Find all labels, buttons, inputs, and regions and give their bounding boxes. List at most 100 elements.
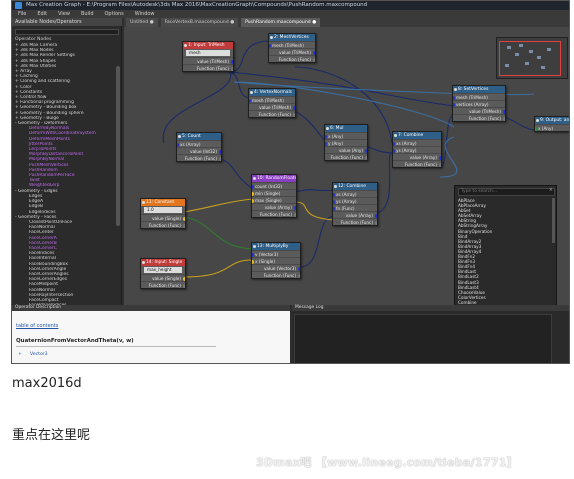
port-pin[interactable] xyxy=(503,117,505,121)
port-fn[interactable]: Function (Func) xyxy=(252,271,300,278)
port-out[interactable]: value (Array) xyxy=(252,203,296,210)
menu-build[interactable]: Build xyxy=(81,10,94,18)
port-out[interactable]: value (TriMesh) xyxy=(453,107,505,114)
port-fn[interactable]: Function (Func) xyxy=(141,281,185,288)
node-combine-2[interactable]: 12: Combine xs (Array) ys (Array) fn (Fu… xyxy=(332,182,378,226)
popup-search-input[interactable]: Type to search... xyxy=(458,188,555,196)
node-header[interactable]: 14: Input: Single xyxy=(141,259,185,266)
node-output[interactable]: 9: Output: any x (Any) xyxy=(534,116,569,132)
node-header[interactable]: 1: Input: TriMesh xyxy=(183,42,233,49)
node-header[interactable]: 2: MeshVertices xyxy=(269,34,315,41)
port-in[interactable]: ys (Array) xyxy=(393,146,441,153)
port-out[interactable]: value (Array) xyxy=(333,211,377,218)
node-header[interactable]: 13: MultiplyBy xyxy=(252,243,300,250)
port-fn[interactable]: Function (Func) xyxy=(333,218,377,225)
node-set-vertices[interactable]: 8: SetVertices mesh (TriMesh) vertices (… xyxy=(452,85,506,122)
menu-edit[interactable]: Edit xyxy=(37,10,47,18)
tab-facevertexb[interactable]: FaceVertexB.maxcompound ● xyxy=(160,18,239,27)
node-header[interactable]: 11: Constant xyxy=(141,199,185,206)
port-fn[interactable]: Function (Func) xyxy=(325,153,367,160)
port-pin[interactable] xyxy=(535,127,537,131)
port-pin[interactable] xyxy=(183,284,185,288)
port-in[interactable]: vertices (Array) xyxy=(453,100,505,107)
port-fn[interactable]: Function (Func) xyxy=(269,55,315,62)
vector3-link[interactable]: Vector3 xyxy=(30,352,48,357)
port-in[interactable]: x (Any) xyxy=(535,124,569,131)
node-header[interactable]: 5: Count xyxy=(177,133,221,140)
message-log-area[interactable] xyxy=(294,314,552,363)
node-count[interactable]: 5: Count xs (Array) value (Int32) Functi… xyxy=(176,132,222,162)
node-name-field[interactable]: mesh xyxy=(186,50,230,56)
port-fn[interactable]: Function (Func) xyxy=(453,114,505,121)
port-out[interactable]: value (Vector3) xyxy=(252,264,300,271)
port-in[interactable]: xs (Array) xyxy=(177,140,221,147)
port-out[interactable]: value (Single) xyxy=(141,214,185,221)
port-pin[interactable] xyxy=(439,163,441,167)
graph-minimap[interactable] xyxy=(496,37,568,79)
port-pin[interactable] xyxy=(294,213,296,217)
port-out[interactable]: value (Single) xyxy=(141,274,185,281)
port-fn[interactable]: Function (Func) xyxy=(393,160,441,167)
port-pin[interactable] xyxy=(365,156,367,160)
port-out[interactable]: value (Any) xyxy=(325,146,367,153)
port-out[interactable]: value (Int32) xyxy=(177,147,221,154)
node-input-trimesh[interactable]: 1: Input: TriMesh mesh value (TriMesh) F… xyxy=(182,41,234,72)
port-in[interactable]: mesh (TriMesh) xyxy=(453,93,505,100)
node-combine[interactable]: 7: Combine xs (Array) ys (Array) value (… xyxy=(392,131,442,168)
node-constant[interactable]: 11: Constant 1.0 value (Single) Function… xyxy=(140,198,186,229)
port-in[interactable]: fn (Func) xyxy=(333,204,377,211)
port-in[interactable]: x (Any) xyxy=(325,132,367,139)
node-header[interactable]: 10: RandomFloats xyxy=(252,175,296,182)
port-in[interactable]: mesh (TriMesh) xyxy=(249,96,295,103)
node-mul[interactable]: 6: Mul x (Any) y (Any) value (Any) Funct… xyxy=(324,124,368,161)
menu-options[interactable]: Options xyxy=(105,10,124,18)
constant-value-field[interactable]: 1.0 xyxy=(144,207,182,213)
nodes-search-input[interactable] xyxy=(15,29,119,35)
tab-untitled[interactable]: Untitled ● xyxy=(126,18,158,27)
expand-icon[interactable]: + xyxy=(18,352,22,357)
port-out[interactable]: value (Array) xyxy=(393,153,441,160)
port-fn[interactable]: Function (Func) xyxy=(141,221,185,228)
node-mesh-vertices[interactable]: 2: MeshVertices mesh (TriMesh) value (Tr… xyxy=(268,33,316,63)
port-in[interactable]: xs (Array) xyxy=(393,139,441,146)
node-header[interactable]: 7: Combine xyxy=(393,132,441,139)
menu-view[interactable]: View xyxy=(58,10,70,18)
node-vertex-normals[interactable]: 4: VertexNormals mesh (TriMesh) value (T… xyxy=(248,88,296,118)
toc-link[interactable]: table of contents xyxy=(16,323,58,329)
port-in[interactable]: v (Vector3) xyxy=(252,250,300,257)
node-name-field[interactable]: max_height xyxy=(144,267,182,273)
menu-window[interactable]: Window xyxy=(135,10,155,18)
port-in[interactable]: y (Any) xyxy=(325,139,367,146)
tab-pushrandom[interactable]: PushRandom.maxcompound ● xyxy=(241,18,321,27)
node-input-single[interactable]: 14: Input: Single max_height value (Sing… xyxy=(140,258,186,289)
port-in[interactable]: max (Single) xyxy=(252,196,296,203)
node-header[interactable]: 4: VertexNormals xyxy=(249,89,295,96)
nodes-scrollbar[interactable] xyxy=(116,66,120,226)
port-out[interactable]: value (TriMesh) xyxy=(269,48,315,55)
port-in[interactable]: ys (Array) xyxy=(333,197,377,204)
port-in[interactable]: min (Single) xyxy=(252,189,296,196)
port-in[interactable]: mesh (TriMesh) xyxy=(269,41,315,48)
port-in[interactable]: count (Int32) xyxy=(252,182,296,189)
port-fn[interactable]: Function (Func) xyxy=(249,110,295,117)
port-pin[interactable] xyxy=(293,113,295,117)
port-pin[interactable] xyxy=(219,157,221,161)
port-fn[interactable]: Function (Func) xyxy=(177,154,221,161)
node-header[interactable]: 6: Mul xyxy=(325,125,367,132)
port-pin[interactable] xyxy=(313,58,315,62)
menu-file[interactable]: File xyxy=(18,10,26,18)
node-search-popup[interactable]: × Type to search... AbPlace AbPlaceArray A… xyxy=(454,185,557,305)
popup-scrollbar[interactable] xyxy=(552,198,555,243)
port-pin[interactable] xyxy=(231,67,233,71)
port-fn[interactable]: Function (Func) xyxy=(252,210,296,217)
port-out[interactable]: value (TriMesh) xyxy=(249,103,295,110)
port-fn[interactable]: Function (Func) xyxy=(183,64,233,71)
node-header[interactable]: 8: SetVertices xyxy=(453,86,505,93)
close-icon[interactable]: × xyxy=(549,187,553,193)
port-in[interactable]: x (Single) xyxy=(252,257,300,264)
node-random-floats[interactable]: 10: RandomFloats count (Int32) min (Sing… xyxy=(251,174,297,218)
port-out[interactable]: value (TriMesh) xyxy=(183,57,233,64)
node-multiply-by[interactable]: 13: MultiplyBy v (Vector3) x (Single) va… xyxy=(251,242,301,279)
port-in[interactable]: xs (Array) xyxy=(333,190,377,197)
node-header[interactable]: 12: Combine xyxy=(333,183,377,190)
